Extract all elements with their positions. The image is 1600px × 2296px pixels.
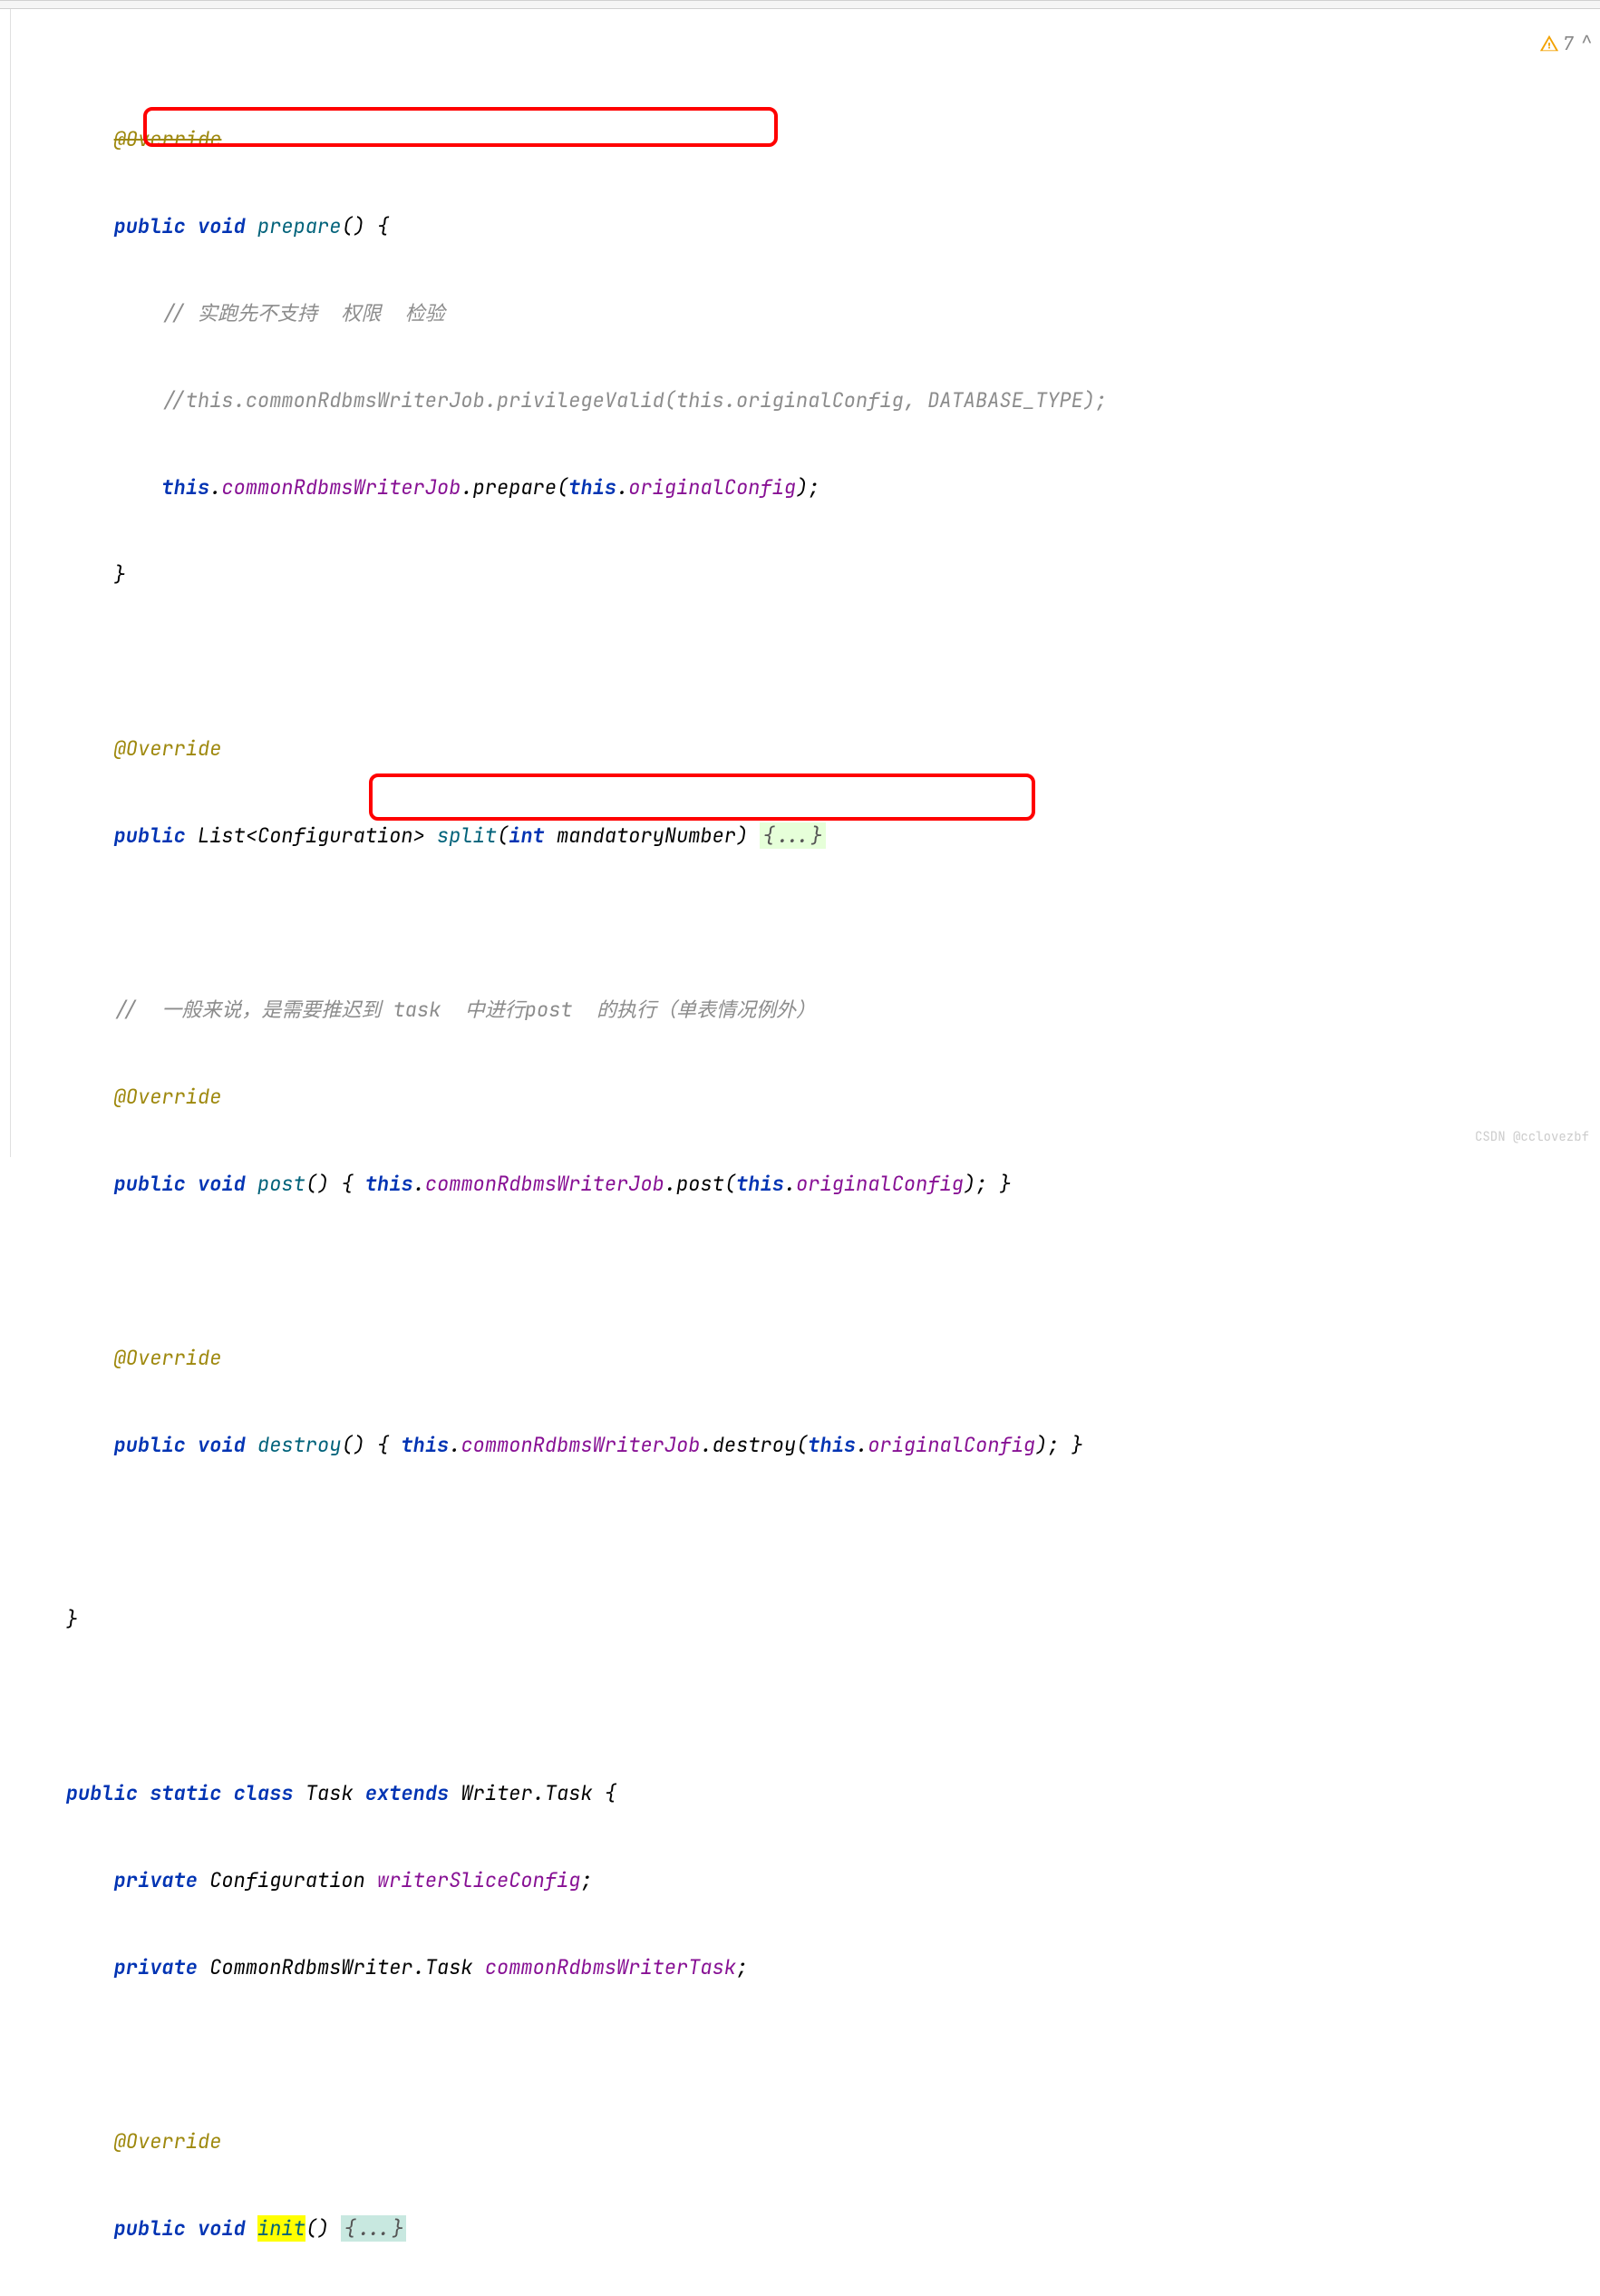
warning-icon: [1539, 34, 1559, 54]
code-line[interactable]: @Override: [11, 125, 1600, 154]
code-line[interactable]: // 一般来说，是需要推迟到 task 中进行post 的执行（单表情况例外）: [11, 996, 1600, 1025]
code-line[interactable]: public void prepare() {: [11, 212, 1600, 241]
chevron-up-icon[interactable]: ^: [1581, 29, 1593, 58]
code-line[interactable]: @Override: [11, 1344, 1600, 1373]
gutter[interactable]: [0, 9, 11, 1157]
code-line[interactable]: public List<Configuration> split(int man…: [11, 822, 1600, 851]
code-line[interactable]: @Override: [11, 2127, 1600, 2156]
code-line[interactable]: //this.commonRdbmsWriterJob.privilegeVal…: [11, 386, 1600, 415]
code-line[interactable]: // 实跑先不支持 权限 检验: [11, 299, 1600, 328]
code-line[interactable]: @Override: [11, 735, 1600, 764]
code-fold[interactable]: {...}: [760, 822, 825, 849]
code-line[interactable]: public static class Task extends Writer.…: [11, 1779, 1600, 1808]
code-line[interactable]: public void init() {...}: [11, 2214, 1600, 2243]
code-line[interactable]: private CommonRdbmsWriter.Task commonRdb…: [11, 1953, 1600, 1982]
code-line[interactable]: [11, 1257, 1600, 1286]
code-line[interactable]: }: [11, 1605, 1600, 1634]
warning-count: 7: [1563, 29, 1574, 58]
code-line[interactable]: this.commonRdbmsWriterJob.prepare(this.o…: [11, 473, 1600, 502]
code-line[interactable]: @Override: [11, 1083, 1600, 1112]
annotation: @Override: [114, 126, 222, 152]
code-line[interactable]: public void destroy() { this.commonRdbms…: [11, 1431, 1600, 1460]
code-line[interactable]: private Configuration writerSliceConfig;: [11, 1866, 1600, 1895]
code-line[interactable]: [11, 1518, 1600, 1547]
watermark: CSDN @cclovezbf: [1475, 1123, 1589, 1152]
code-line[interactable]: [11, 2040, 1600, 2069]
code-line[interactable]: public void post() { this.commonRdbmsWri…: [11, 1170, 1600, 1199]
code-line[interactable]: [11, 1692, 1600, 1721]
code-fold[interactable]: {...}: [341, 2215, 406, 2242]
inspection-indicators[interactable]: 7 ^: [1539, 29, 1593, 58]
highlight-box-2: [369, 773, 1035, 821]
editor-container: 7 ^ @Override public void prepare() { //…: [0, 9, 1600, 1157]
code-area[interactable]: 7 ^ @Override public void prepare() { //…: [11, 9, 1600, 1157]
editor-top-bar: [0, 0, 1600, 9]
code-line[interactable]: [11, 909, 1600, 938]
warning-badge[interactable]: 7: [1539, 29, 1574, 58]
code-line[interactable]: }: [11, 560, 1600, 589]
code-line[interactable]: [11, 647, 1600, 676]
